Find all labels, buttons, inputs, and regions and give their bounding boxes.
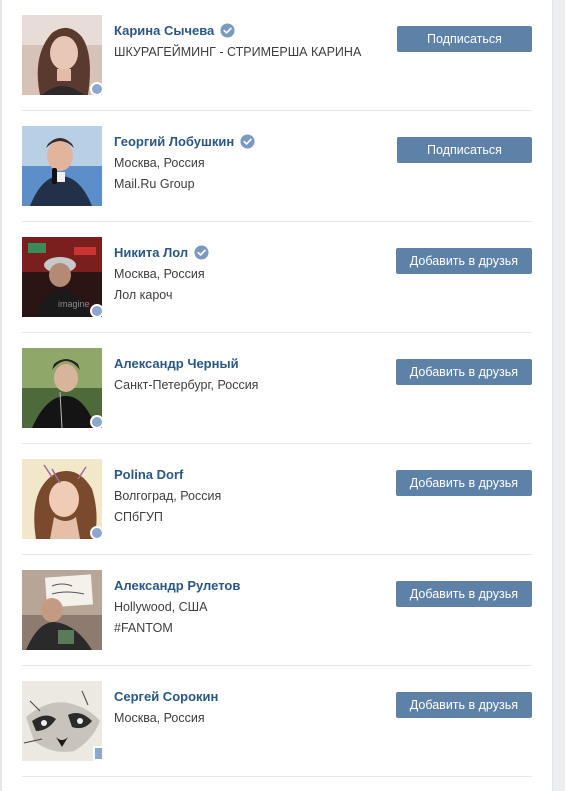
verified-icon bbox=[220, 22, 235, 38]
person-detail: #FANTOM bbox=[114, 621, 173, 635]
person-detail: СПбГУП bbox=[114, 510, 163, 524]
person-row: Георгий Лобушкин Москва, Россия Mail.Ru … bbox=[22, 111, 532, 222]
person-name[interactable]: Сергей Сорокин bbox=[114, 689, 218, 704]
avatar[interactable] bbox=[22, 681, 102, 761]
person-location: Санкт-Петербург, Россия bbox=[114, 378, 259, 392]
person-name[interactable]: Карина Сычева bbox=[114, 23, 214, 38]
person-name[interactable]: Георгий Лобушкин bbox=[114, 134, 234, 149]
subscribe-button[interactable]: Подписаться bbox=[397, 26, 532, 52]
online-indicator bbox=[90, 304, 104, 318]
person-location: Hollywood, США bbox=[114, 600, 208, 614]
person-name[interactable]: Polina Dorf bbox=[114, 467, 183, 482]
person-row: Александр Рулетов Hollywood, США #FANTOM… bbox=[22, 555, 532, 666]
person-name[interactable]: Александр Рулетов bbox=[114, 578, 240, 593]
person-name[interactable]: Александр Черный bbox=[114, 356, 239, 371]
person-location: Волгоград, Россия bbox=[114, 489, 222, 503]
add-friend-button[interactable]: Добавить в друзья bbox=[395, 470, 532, 496]
person-location: Москва, Россия bbox=[114, 267, 205, 281]
verified-icon bbox=[194, 244, 209, 260]
person-row: Сергей Сорокин Москва, Россия Добавить в… bbox=[22, 666, 532, 777]
avatar[interactable]: imagine bbox=[22, 237, 102, 317]
add-friend-button[interactable]: Добавить в друзья bbox=[395, 692, 532, 718]
subscribe-button[interactable]: Подписаться bbox=[397, 137, 532, 163]
avatar[interactable] bbox=[22, 348, 102, 428]
avatar[interactable] bbox=[22, 459, 102, 539]
person-detail: ШКУРАГЕЙМИНГ - СТРИМЕРША КАРИНА bbox=[114, 45, 362, 59]
person-location: Москва, Россия bbox=[114, 711, 205, 725]
avatar[interactable] bbox=[22, 15, 102, 95]
person-detail: Лол кароч bbox=[114, 288, 173, 302]
add-friend-button[interactable]: Добавить в друзья bbox=[395, 581, 532, 607]
page-scroll-gutter[interactable] bbox=[552, 0, 565, 791]
verified-icon bbox=[240, 133, 255, 149]
add-friend-button[interactable]: Добавить в друзья bbox=[395, 248, 532, 274]
person-location: Москва, Россия bbox=[114, 156, 205, 170]
online-mobile-indicator bbox=[93, 746, 104, 761]
person-row: Polina Dorf Волгоград, Россия СПбГУП Доб… bbox=[22, 444, 532, 555]
person-name[interactable]: Никита Лол bbox=[114, 245, 188, 260]
person-row: imagine Никита Лол Москва, Россия Лол ка… bbox=[22, 222, 532, 333]
page-left-edge bbox=[0, 0, 2, 791]
person-row: Александр Черный Санкт-Петербург, Россия… bbox=[22, 333, 532, 444]
svg-text:imagine: imagine bbox=[58, 299, 90, 309]
avatar[interactable] bbox=[22, 570, 102, 650]
online-indicator bbox=[90, 526, 104, 540]
online-indicator bbox=[90, 82, 104, 96]
avatar[interactable] bbox=[22, 126, 102, 206]
person-detail: Mail.Ru Group bbox=[114, 177, 195, 191]
people-list: Карина Сычева ШКУРАГЕЙМИНГ - СТРИМЕРША К… bbox=[22, 0, 532, 777]
online-indicator bbox=[90, 415, 104, 429]
add-friend-button[interactable]: Добавить в друзья bbox=[395, 359, 532, 385]
person-row: Карина Сычева ШКУРАГЕЙМИНГ - СТРИМЕРША К… bbox=[22, 0, 532, 111]
